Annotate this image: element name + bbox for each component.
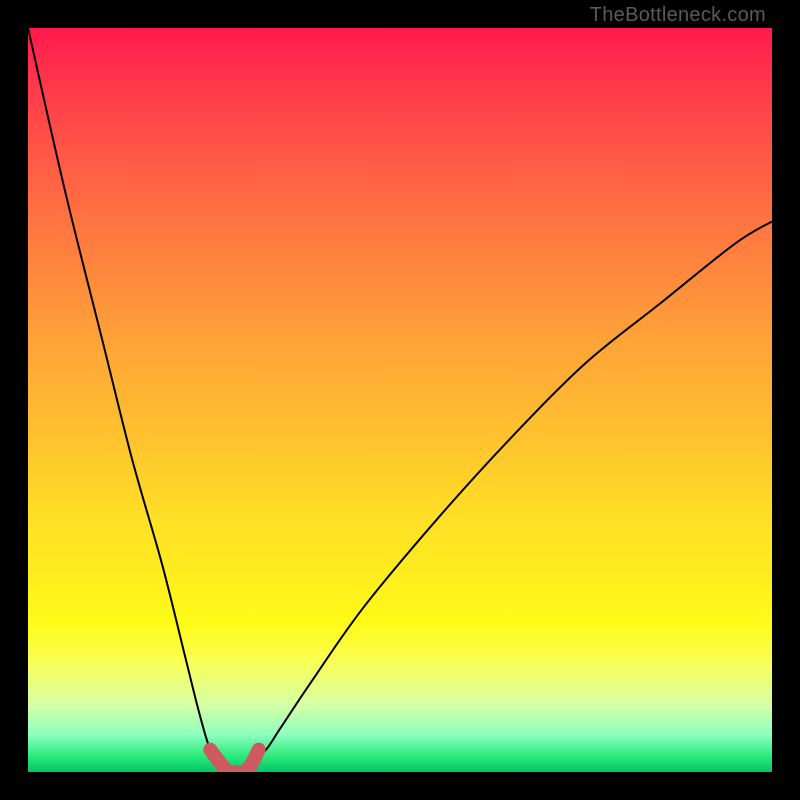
curve-main xyxy=(28,28,772,772)
attribution-text: TheBottleneck.com xyxy=(590,4,766,27)
chart-plot-area xyxy=(28,28,772,772)
curve-highlight xyxy=(210,750,258,772)
bottleneck-chart-svg xyxy=(28,28,772,772)
